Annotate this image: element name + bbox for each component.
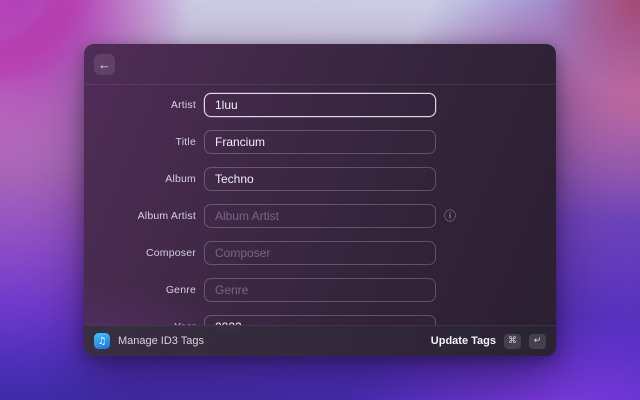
back-arrow-icon: ←	[98, 57, 111, 72]
title-input[interactable]	[204, 130, 436, 154]
window-header: ←	[84, 44, 556, 85]
artist-label: Artist	[170, 99, 196, 111]
form-row-artist: Artist	[84, 93, 556, 117]
album-label: Album	[165, 173, 196, 185]
window-footer: ♫ Manage ID3 Tags Update Tags ⌘ ↵	[84, 325, 556, 356]
music-note-icon: ♫	[94, 333, 110, 349]
genre-label: Genre	[165, 284, 196, 296]
back-button[interactable]: ←	[94, 54, 115, 75]
footer-title: Manage ID3 Tags	[118, 335, 205, 347]
form-row-composer: Composer	[84, 241, 556, 265]
artist-input[interactable]	[204, 93, 436, 117]
album-artist-input[interactable]	[204, 204, 436, 228]
id3-tag-editor-window: ← Artist Title Album Album Artist ⓘ Comp…	[84, 44, 556, 356]
info-icon[interactable]: ⓘ	[444, 210, 456, 222]
album-input[interactable]	[204, 167, 436, 191]
title-label: Title	[175, 136, 196, 148]
tag-form: Artist Title Album Album Artist ⓘ Compos…	[84, 85, 556, 339]
form-row-album: Album	[84, 167, 556, 191]
form-row-title: Title	[84, 130, 556, 154]
return-key-icon: ↵	[529, 333, 546, 349]
composer-input[interactable]	[204, 241, 436, 265]
form-row-genre: Genre	[84, 278, 556, 302]
update-tags-button[interactable]: Update Tags	[431, 335, 496, 347]
command-key-icon: ⌘	[504, 333, 521, 349]
composer-label: Composer	[145, 247, 196, 259]
form-row-album-artist: Album Artist ⓘ	[84, 204, 556, 228]
album-artist-label: Album Artist	[137, 210, 196, 222]
genre-input[interactable]	[204, 278, 436, 302]
